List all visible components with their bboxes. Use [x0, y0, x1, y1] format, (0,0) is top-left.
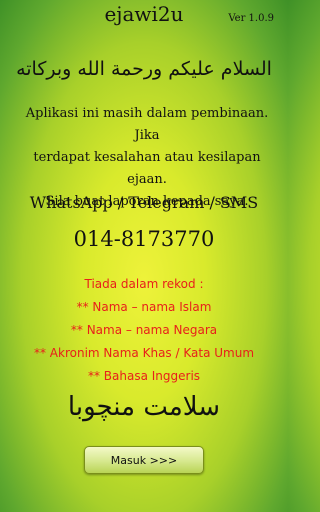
- version-label: Ver 1.0.9: [228, 13, 274, 24]
- missing-records-notes: Tiada dalam rekod : ** Nama – nama Islam…: [0, 273, 288, 388]
- note-item: ** Bahasa Inggeris: [87, 369, 201, 383]
- farewell-text: سلامت منچوبا: [67, 392, 221, 422]
- intro-line: Aplikasi ini masih dalam pembinaan. Jika: [25, 106, 269, 143]
- greeting-text: السلام عليكم ورحمة الله وبركاته: [16, 58, 272, 80]
- notes-heading: Tiada dalam rekod :: [84, 277, 204, 291]
- enter-button[interactable]: Masuk >>>: [84, 446, 204, 474]
- note-item: ** Akronim Nama Khas / Kata Umum: [33, 346, 255, 360]
- phone-number: 014-8173770: [73, 227, 215, 251]
- note-item: ** Nama – nama Islam: [76, 300, 212, 314]
- intro-line: terdapat kesalahan atau kesilapan ejaan.: [33, 150, 261, 187]
- contact-label: WhatsApp / Telegram / SMS: [29, 193, 259, 212]
- enter-button-label: Masuk >>>: [110, 453, 178, 467]
- note-item: ** Nama – nama Negara: [70, 323, 218, 337]
